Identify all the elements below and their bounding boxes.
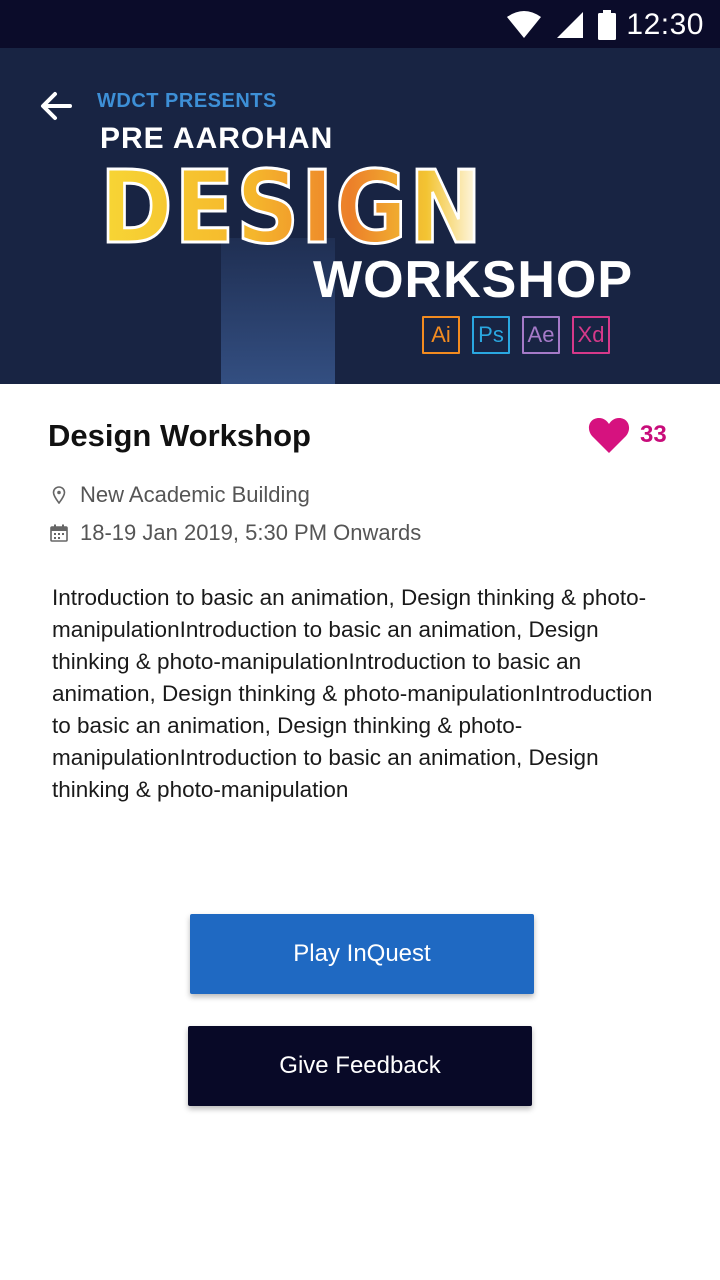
cell-signal-icon <box>557 12 583 38</box>
battery-icon <box>598 10 616 40</box>
wifi-icon <box>507 11 541 38</box>
give-feedback-button[interactable]: Give Feedback <box>188 1026 532 1106</box>
event-banner: WDCT PRESENTS PRE AAROHAN DESIGN WORKSHO… <box>0 48 720 384</box>
status-icons <box>506 10 616 40</box>
date-text: 18-19 Jan 2019, 5:30 PM Onwards <box>80 520 422 545</box>
photoshop-badge: Ps <box>472 316 510 354</box>
banner-design-word: DESIGN <box>100 160 484 250</box>
date-row: 18-19 Jan 2019, 5:30 PM Onwards <box>50 520 421 546</box>
heart-icon[interactable] <box>588 416 630 454</box>
play-inquest-button[interactable]: Play InQuest <box>190 914 534 994</box>
location-pin-icon <box>50 485 68 505</box>
after-effects-badge: Ae <box>522 316 560 354</box>
design-word-text: DESIGN <box>100 160 484 250</box>
illustrator-badge: Ai <box>422 316 460 354</box>
like-button[interactable]: 33 <box>588 416 667 454</box>
banner-workshop-word: WORKSHOP <box>313 251 633 309</box>
xd-badge: Xd <box>572 316 610 354</box>
location-row: New Academic Building <box>50 482 310 508</box>
event-description: Introduction to basic an animation, Desi… <box>52 585 653 802</box>
back-arrow-icon[interactable] <box>36 86 76 126</box>
like-count: 33 <box>640 421 667 448</box>
location-text: New Academic Building <box>80 482 310 507</box>
banner-presents-text: WDCT PRESENTS <box>97 90 277 112</box>
banner-pre-title: PRE AAROHAN <box>100 122 334 155</box>
calendar-icon <box>50 523 68 543</box>
app-badges: Ai Ps Ae Xd <box>422 316 610 354</box>
clock: 12:30 <box>626 8 704 41</box>
status-bar: 12:30 <box>0 0 720 48</box>
event-title: Design Workshop <box>48 418 311 453</box>
